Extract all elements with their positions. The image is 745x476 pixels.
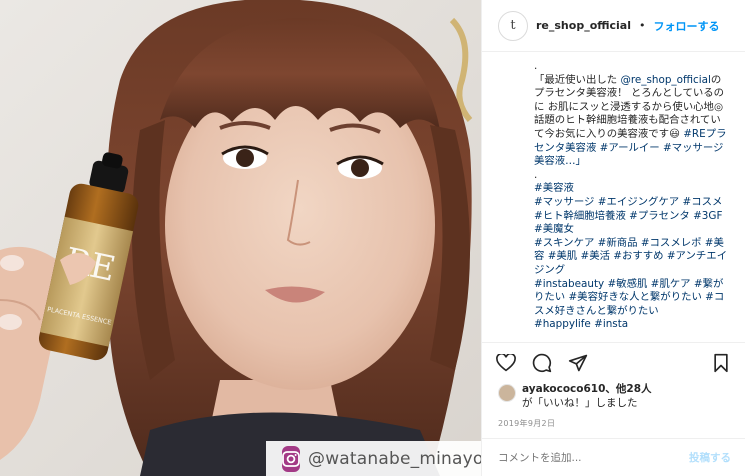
instagram-logo-icon [282,445,300,472]
post-photo[interactable]: RE PLACENTA ESSENCE @watanabe_minayo [0,0,481,476]
liker-username[interactable]: ayakococo610 [522,383,605,395]
comment-button[interactable] [530,351,554,375]
post-caption: . 「最近使い出した @re_shop_officialのプラセンタ美容液！ と… [482,52,745,342]
likes-summary: ayakococo610、他28人 が「いいね！」しました [482,382,745,416]
likes-line2: が「いいね！」しました [522,397,638,409]
likes-others[interactable]: 、他28人 [605,383,651,395]
heart-icon [496,353,516,371]
account-avatar[interactable]: t [498,10,528,41]
comment-input[interactable] [498,451,689,464]
instagram-post: RE PLACENTA ESSENCE @watanabe_minayo t r [0,0,745,476]
paper-plane-icon [568,354,588,371]
bookmark-icon [714,353,728,372]
follow-button[interactable]: フォローする [654,18,720,34]
comment-icon [532,353,552,372]
likes-text: ayakococo610、他28人 が「いいね！」しました [522,382,652,410]
post-side-panel: t re_shop_official • フォローする . 「最近使い出した @… [481,0,745,476]
share-button[interactable] [566,351,590,375]
caption-hashtags[interactable]: #美容液 #マッサージ #エイジングケア #コスメ #ヒト幹細胞培養液 #プラセ… [534,182,729,332]
watermark-credit: @watanabe_minayo [266,441,481,476]
post-date[interactable]: 2019年9月2日 [482,416,745,438]
comment-box: 投稿する [482,438,745,476]
account-username[interactable]: re_shop_official [536,19,631,32]
caption-mention-link[interactable]: @re_shop_official [620,74,710,86]
avatar-letter: t [510,18,516,33]
caption-lead: . [534,60,538,72]
post-header: t re_shop_official • フォローする [482,0,745,52]
watermark-handle: @watanabe_minayo [308,448,481,469]
caption-quote-start: 「最近使い出した [534,73,621,86]
like-button[interactable] [494,351,518,375]
liker-avatar[interactable] [498,384,516,402]
portrait-illustration: RE PLACENTA ESSENCE [0,0,481,476]
caption-dot: . [534,168,538,181]
post-actions-bar [482,342,745,382]
post-comment-button[interactable]: 投稿する [689,450,731,465]
header-separator: • [639,19,646,32]
caption-quote: 「最近使い出した @re_shop_officialのプラセンタ美容液！ とろん… [534,74,729,169]
save-button[interactable] [709,351,733,375]
